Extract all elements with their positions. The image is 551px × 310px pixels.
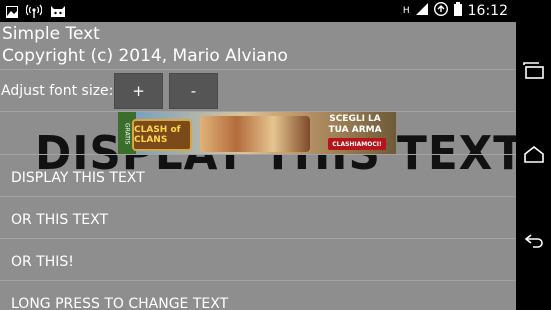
divider <box>0 280 516 281</box>
divider <box>0 154 516 155</box>
system-status: H 16:12 <box>402 1 508 20</box>
battery-icon <box>453 2 462 20</box>
increase-font-button[interactable]: + <box>114 73 163 109</box>
copyright-text: Copyright (c) 2014, Mario Alviano <box>2 46 288 66</box>
navigation-bar <box>516 0 551 310</box>
ad-banner[interactable]: GRATIS CLASH of CLANS SCEGLI LA TUA ARMA… <box>118 112 396 155</box>
list-item[interactable]: DISPLAY THIS TEXT <box>11 170 491 186</box>
network-type-label: H <box>402 6 410 16</box>
decrease-font-button[interactable]: - <box>169 73 218 109</box>
divider <box>0 238 516 239</box>
font-size-label: Adjust font size: <box>1 83 114 99</box>
status-bar: H 16:12 <box>0 0 516 22</box>
list-item[interactable]: OR THIS TEXT <box>11 212 491 228</box>
app-content: Simple Text Copyright (c) 2014, Mario Al… <box>0 22 516 310</box>
back-icon[interactable] <box>523 232 545 250</box>
ad-cta-button[interactable]: CLASHIAMOCI! <box>328 138 386 150</box>
ad-headline: SCEGLI LA TUA ARMA <box>328 114 382 135</box>
recent-apps-icon[interactable] <box>523 62 545 80</box>
ad-characters-image <box>200 116 310 152</box>
hotspot-icon <box>25 3 43 22</box>
list-item[interactable]: LONG PRESS TO CHANGE TEXT <box>11 296 491 310</box>
list-item[interactable]: OR THIS! <box>11 254 491 270</box>
cat-app-icon <box>50 3 66 22</box>
gallery-notification-icon <box>6 3 18 22</box>
divider <box>0 69 516 70</box>
home-icon[interactable] <box>523 145 545 164</box>
game-logo: CLASH of CLANS <box>132 119 192 151</box>
sync-icon <box>433 1 448 20</box>
signal-icon <box>415 3 428 19</box>
clock: 16:12 <box>467 3 508 19</box>
notification-icons <box>6 3 66 22</box>
app-title: Simple Text <box>2 24 100 44</box>
divider <box>0 196 516 197</box>
